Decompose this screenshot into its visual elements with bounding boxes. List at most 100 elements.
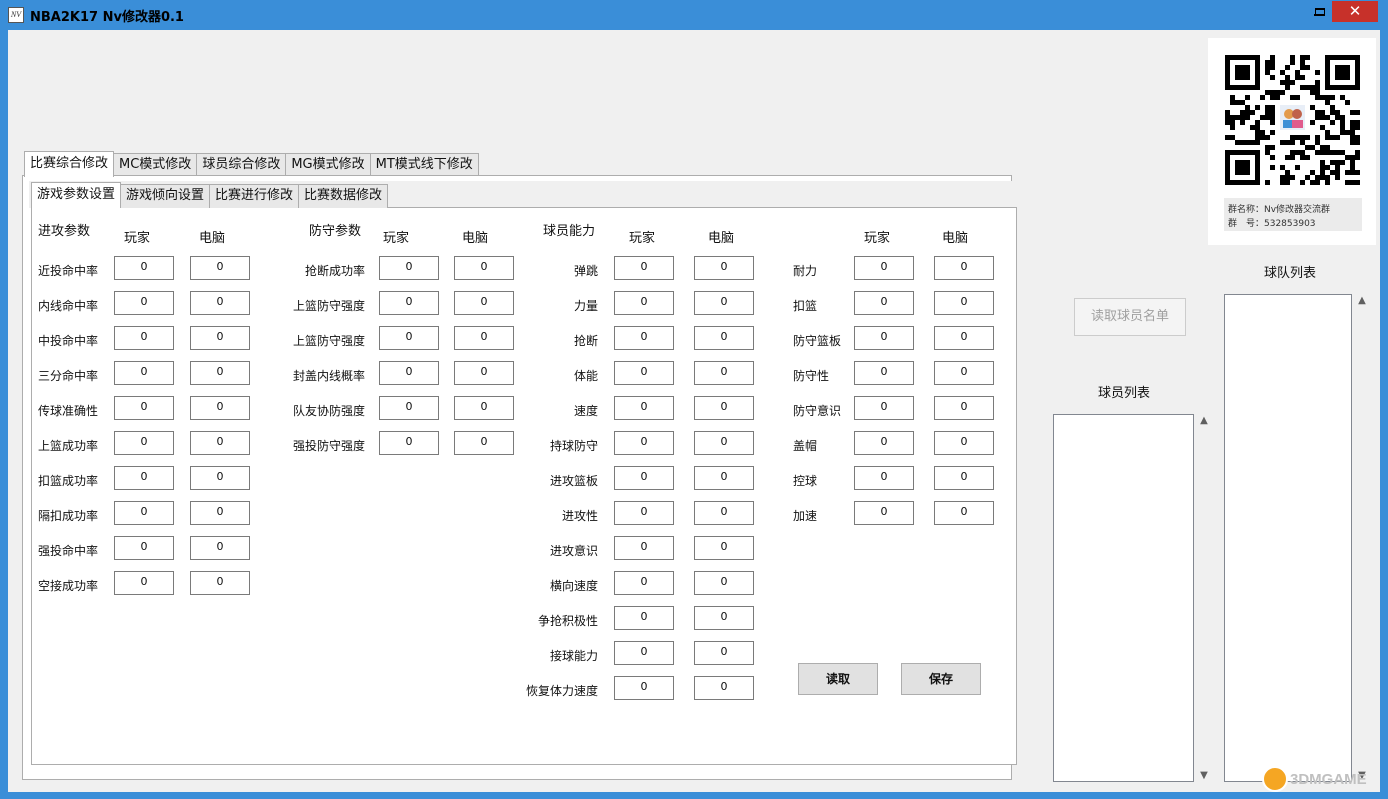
ability-player-input-3[interactable]: 0: [614, 361, 674, 385]
ability-label-5: 持球防守: [549, 439, 598, 453]
offense-cpu-input-0[interactable]: 0: [190, 256, 250, 280]
offense-cpu-input-9[interactable]: 0: [190, 571, 250, 595]
ability-player-input-5[interactable]: 0: [614, 431, 674, 455]
ability2-cpu-input-6[interactable]: 0: [934, 466, 994, 490]
defense-player-input-1[interactable]: 0: [379, 291, 439, 315]
offense-cpu-input-8[interactable]: 0: [190, 536, 250, 560]
ability2-player-input-0[interactable]: 0: [854, 256, 914, 280]
offense-player-input-0[interactable]: 0: [114, 256, 174, 280]
ability-player-input-0[interactable]: 0: [614, 256, 674, 280]
offense-cpu-input-5[interactable]: 0: [190, 431, 250, 455]
load-players-button[interactable]: 读取球员名单: [1074, 298, 1186, 336]
ability2-player-input-3[interactable]: 0: [854, 361, 914, 385]
ability-label-6: 进攻篮板: [549, 474, 598, 488]
offense-cpu-input-7[interactable]: 0: [190, 501, 250, 525]
ability2-player-input-7[interactable]: 0: [854, 501, 914, 525]
close-button[interactable]: ✕: [1332, 1, 1378, 22]
offense-player-input-9[interactable]: 0: [114, 571, 174, 595]
ability-player-input-11[interactable]: 0: [614, 641, 674, 665]
ability2-cpu-input-3[interactable]: 0: [934, 361, 994, 385]
maximize-button[interactable]: [1307, 1, 1333, 22]
ability2-player-input-1[interactable]: 0: [854, 291, 914, 315]
ability-cpu-input-6[interactable]: 0: [694, 466, 754, 490]
offense-heading: 进攻参数: [38, 224, 91, 239]
ability2-player-input-5[interactable]: 0: [854, 431, 914, 455]
offense-cpu-input-1[interactable]: 0: [190, 291, 250, 315]
offense-cpu-input-6[interactable]: 0: [190, 466, 250, 490]
defense-player-input-0[interactable]: 0: [379, 256, 439, 280]
tab-game-params[interactable]: 游戏参数设置: [31, 182, 122, 208]
ability-cpu-input-1[interactable]: 0: [694, 291, 754, 315]
ability2-player-input-6[interactable]: 0: [854, 466, 914, 490]
save-button[interactable]: 保存: [901, 663, 981, 695]
ability2-cpu-input-4[interactable]: 0: [934, 396, 994, 420]
defense-player-input-3[interactable]: 0: [379, 361, 439, 385]
ability2-label-0: 耐力: [793, 264, 818, 278]
ability2-player-input-4[interactable]: 0: [854, 396, 914, 420]
ability2-cpu-input-7[interactable]: 0: [934, 501, 994, 525]
ability-player-input-7[interactable]: 0: [614, 501, 674, 525]
ability-player-input-10[interactable]: 0: [614, 606, 674, 630]
ability-cpu-input-11[interactable]: 0: [694, 641, 754, 665]
ability2-cpu-header: 电脑: [942, 231, 969, 246]
player-list[interactable]: ▲ ▼: [1053, 414, 1208, 782]
ability-player-input-12[interactable]: 0: [614, 676, 674, 700]
tab-player-general[interactable]: 球员综合修改: [196, 153, 287, 177]
ability-player-input-1[interactable]: 0: [614, 291, 674, 315]
ability-player-input-4[interactable]: 0: [614, 396, 674, 420]
defense-player-input-2[interactable]: 0: [379, 326, 439, 350]
ability2-player-input-2[interactable]: 0: [854, 326, 914, 350]
ability-cpu-input-0[interactable]: 0: [694, 256, 754, 280]
offense-player-input-1[interactable]: 0: [114, 291, 174, 315]
read-button[interactable]: 读取: [798, 663, 878, 695]
offense-player-input-6[interactable]: 0: [114, 466, 174, 490]
ability-player-input-9[interactable]: 0: [614, 571, 674, 595]
offense-cpu-input-2[interactable]: 0: [190, 326, 250, 350]
team-list-scroll-up-icon[interactable]: ▲: [1354, 295, 1370, 306]
ability-player-input-2[interactable]: 0: [614, 326, 674, 350]
offense-player-input-7[interactable]: 0: [114, 501, 174, 525]
ability-cpu-input-8[interactable]: 0: [694, 536, 754, 560]
offense-label-9: 空接成功率: [38, 579, 99, 593]
ability-cpu-input-12[interactable]: 0: [694, 676, 754, 700]
offense-player-input-4[interactable]: 0: [114, 396, 174, 420]
ability-player-input-6[interactable]: 0: [614, 466, 674, 490]
tab-game-tendency[interactable]: 游戏倾向设置: [120, 184, 211, 208]
team-list[interactable]: ▲ ▼: [1224, 294, 1366, 782]
ability2-cpu-input-1[interactable]: 0: [934, 291, 994, 315]
ability-player-input-8[interactable]: 0: [614, 536, 674, 560]
ability2-cpu-input-5[interactable]: 0: [934, 431, 994, 455]
defense-player-input-4[interactable]: 0: [379, 396, 439, 420]
ability-label-9: 横向速度: [549, 579, 598, 593]
tab-match-general[interactable]: 比赛综合修改: [24, 151, 115, 177]
tab-mt-offline[interactable]: MT模式线下修改: [369, 153, 479, 177]
player-list-scroll-down-icon[interactable]: ▼: [1196, 770, 1212, 781]
offense-cpu-input-3[interactable]: 0: [190, 361, 250, 385]
offense-label-6: 扣篮成功率: [38, 474, 99, 488]
tab-mc-mode[interactable]: MC模式修改: [113, 153, 198, 177]
watermark-text: 3DMGAME: [1290, 770, 1367, 788]
ability2-cpu-input-0[interactable]: 0: [934, 256, 994, 280]
tab-match-stats[interactable]: 比赛数据修改: [298, 184, 389, 208]
ability-cpu-input-4[interactable]: 0: [694, 396, 754, 420]
offense-player-header: 玩家: [124, 231, 151, 246]
offense-player-input-5[interactable]: 0: [114, 431, 174, 455]
ability-cpu-input-2[interactable]: 0: [694, 326, 754, 350]
ability-cpu-input-3[interactable]: 0: [694, 361, 754, 385]
tab-match-progress[interactable]: 比赛进行修改: [209, 184, 300, 208]
ability2-cpu-input-2[interactable]: 0: [934, 326, 994, 350]
offense-player-input-2[interactable]: 0: [114, 326, 174, 350]
ability-cpu-input-5[interactable]: 0: [694, 431, 754, 455]
offense-cpu-input-4[interactable]: 0: [190, 396, 250, 420]
ability2-label-7: 加速: [793, 509, 818, 523]
ability-cpu-input-9[interactable]: 0: [694, 571, 754, 595]
ability-heading: 球员能力: [543, 224, 596, 239]
offense-label-5: 上篮成功率: [38, 439, 99, 453]
offense-player-input-8[interactable]: 0: [114, 536, 174, 560]
ability-cpu-input-10[interactable]: 0: [694, 606, 754, 630]
offense-player-input-3[interactable]: 0: [114, 361, 174, 385]
player-list-scroll-up-icon[interactable]: ▲: [1196, 415, 1212, 426]
ability-cpu-input-7[interactable]: 0: [694, 501, 754, 525]
defense-player-input-5[interactable]: 0: [379, 431, 439, 455]
tab-mg-mode[interactable]: MG模式修改: [285, 153, 371, 177]
